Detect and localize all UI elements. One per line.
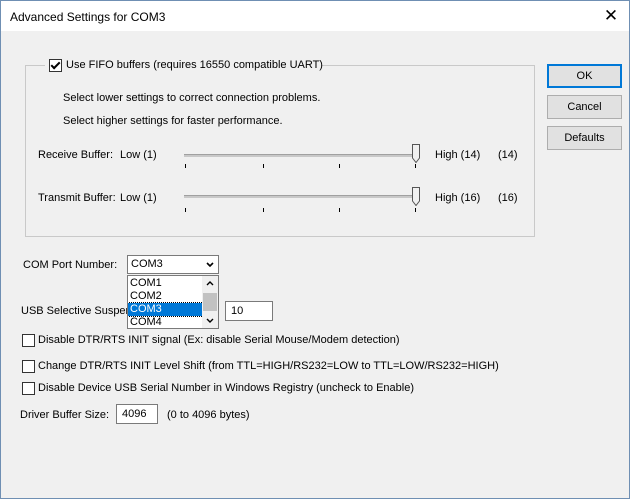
driver-buffer-range: (0 to 4096 bytes) — [167, 409, 250, 421]
hint-lower: Select lower settings to correct connect… — [63, 92, 321, 104]
transmit-tick — [263, 208, 264, 212]
com-port-option[interactable]: COM1 — [128, 277, 203, 290]
driver-buffer-label: Driver Buffer Size: — [20, 409, 110, 421]
receive-low-label: Low (1) — [120, 149, 157, 161]
chevron-down-icon[interactable] — [202, 312, 218, 328]
hint-higher: Select higher settings for faster perfor… — [63, 115, 283, 127]
dropdown-scrollbar[interactable] — [202, 276, 218, 328]
transmit-tick — [339, 208, 340, 212]
receive-buffer-label: Receive Buffer: — [38, 149, 114, 161]
receive-tick — [185, 164, 186, 168]
receive-high-label: High (14) — [435, 149, 481, 161]
cancel-button[interactable]: Cancel — [547, 95, 622, 119]
com-port-label: COM Port Number: — [23, 259, 118, 271]
fifo-checkbox-label[interactable]: Use FIFO buffers (requires 16550 compati… — [66, 59, 323, 71]
receive-value: (14) — [498, 149, 518, 161]
disable-dtr-rts-checkbox[interactable] — [22, 334, 35, 347]
window-title: Advanced Settings for COM3 — [10, 10, 166, 24]
chevron-down-icon[interactable] — [202, 256, 218, 273]
transmit-high-label: High (16) — [435, 192, 481, 204]
disable-serial-number-label[interactable]: Disable Device USB Serial Number in Wind… — [38, 382, 414, 394]
fifo-checkbox[interactable] — [49, 59, 62, 72]
chevron-up-icon[interactable] — [202, 276, 218, 292]
close-icon[interactable]: ✕ — [599, 4, 623, 28]
driver-buffer-input[interactable]: 4096 — [116, 404, 158, 424]
ok-button[interactable]: OK — [547, 64, 622, 88]
level-shift-checkbox[interactable] — [22, 360, 35, 373]
transmit-low-label: Low (1) — [120, 192, 157, 204]
transmit-buffer-label: Transmit Buffer: — [38, 192, 116, 204]
com-port-selected-value: COM3 — [131, 258, 163, 270]
transmit-buffer-track[interactable] — [184, 195, 416, 198]
scrollbar-thumb[interactable] — [203, 293, 217, 311]
receive-tick — [339, 164, 340, 168]
receive-buffer-slider-thumb[interactable] — [412, 144, 420, 163]
transmit-buffer-slider-thumb[interactable] — [412, 187, 420, 206]
transmit-value: (16) — [498, 192, 518, 204]
com-port-option-selected[interactable]: COM3 — [128, 302, 204, 317]
usb-suspend-input[interactable]: 10 — [225, 301, 273, 321]
com-port-option[interactable]: COM4 — [128, 316, 203, 328]
transmit-tick — [185, 208, 186, 212]
disable-dtr-rts-label[interactable]: Disable DTR/RTS INIT signal (Ex: disable… — [38, 334, 400, 346]
com-port-dropdown-list[interactable]: COM1 COM2 COM3 COM4 — [127, 275, 219, 329]
receive-tick — [263, 164, 264, 168]
transmit-tick — [415, 208, 416, 212]
receive-tick — [415, 164, 416, 168]
disable-serial-number-checkbox[interactable] — [22, 382, 35, 395]
defaults-button[interactable]: Defaults — [547, 126, 622, 150]
com-port-select[interactable]: COM3 — [127, 255, 219, 274]
level-shift-label[interactable]: Change DTR/RTS INIT Level Shift (from TT… — [38, 360, 499, 372]
com-port-option[interactable]: COM2 — [128, 290, 203, 303]
title-bar[interactable]: Advanced Settings for COM3 ✕ — [1, 1, 629, 31]
receive-buffer-track[interactable] — [184, 154, 416, 157]
advanced-settings-dialog: Advanced Settings for COM3 ✕ Use FIFO bu… — [0, 0, 630, 499]
usb-suspend-label: USB Selective Suspend — [21, 305, 138, 317]
